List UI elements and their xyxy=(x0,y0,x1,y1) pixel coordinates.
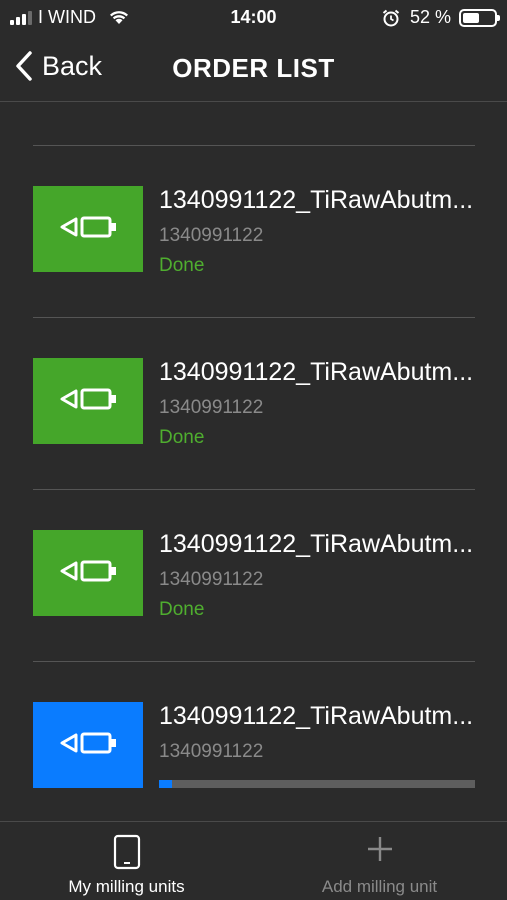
order-list-item[interactable]: 1340991122_TiRawAbutm... 1340991122 Done xyxy=(33,530,475,620)
order-list-item[interactable]: 1340991122_TiRawAbutm... 1340991122 xyxy=(33,702,475,790)
battery-percent: 52 % xyxy=(409,7,451,27)
order-progress-bar xyxy=(159,780,475,788)
alarm-icon xyxy=(382,9,400,26)
abutment-icon xyxy=(56,214,120,245)
status-right: 52 % xyxy=(382,7,500,28)
list-divider xyxy=(33,489,475,490)
tab-add-milling-unit[interactable]: Add milling unit xyxy=(253,822,506,900)
status-bar: I WIND 14:00 52 % xyxy=(0,0,507,36)
tablet-icon xyxy=(113,834,140,870)
plus-icon xyxy=(367,837,392,861)
order-id: 1340991122 xyxy=(159,225,264,246)
order-id: 1340991122 xyxy=(159,397,264,418)
abutment-icon xyxy=(56,558,120,589)
list-divider xyxy=(33,145,475,146)
battery-icon xyxy=(459,8,500,27)
tab-label: Add milling unit xyxy=(321,877,438,896)
order-id: 1340991122 xyxy=(159,741,264,762)
order-title: 1340991122_TiRawAbutm... xyxy=(159,358,474,386)
order-list-item[interactable]: 1340991122_TiRawAbutm... 1340991122 Done xyxy=(33,358,475,448)
order-thumbnail xyxy=(33,702,143,788)
order-title: 1340991122_TiRawAbutm... xyxy=(159,702,474,730)
abutment-icon xyxy=(56,730,120,761)
page-title: ORDER LIST xyxy=(172,53,335,83)
order-id: 1340991122 xyxy=(159,569,264,590)
order-status: Done xyxy=(159,427,205,448)
progress-fill xyxy=(159,780,172,788)
order-title: 1340991122_TiRawAbutm... xyxy=(159,530,474,558)
order-list[interactable]: 1340991122_TiRawAbutm... 1340991122 Done 13… xyxy=(0,103,507,821)
tab-bar: My milling units Add milling unit xyxy=(0,821,507,900)
abutment-icon xyxy=(56,386,120,417)
tab-my-milling-units[interactable]: My milling units xyxy=(0,822,253,900)
order-thumbnail xyxy=(33,530,143,616)
order-thumbnail xyxy=(33,358,143,444)
list-divider xyxy=(33,317,475,318)
order-status: Done xyxy=(159,599,205,620)
order-thumbnail xyxy=(33,186,143,272)
list-divider xyxy=(33,661,475,662)
battery-fill xyxy=(463,12,479,23)
order-list-item[interactable]: 1340991122_TiRawAbutm... 1340991122 Done xyxy=(33,186,475,276)
order-status: Done xyxy=(159,255,205,276)
nav-bar: Back ORDER LIST xyxy=(0,36,507,102)
tab-label: My milling units xyxy=(68,877,185,896)
order-title: 1340991122_TiRawAbutm... xyxy=(159,186,474,214)
